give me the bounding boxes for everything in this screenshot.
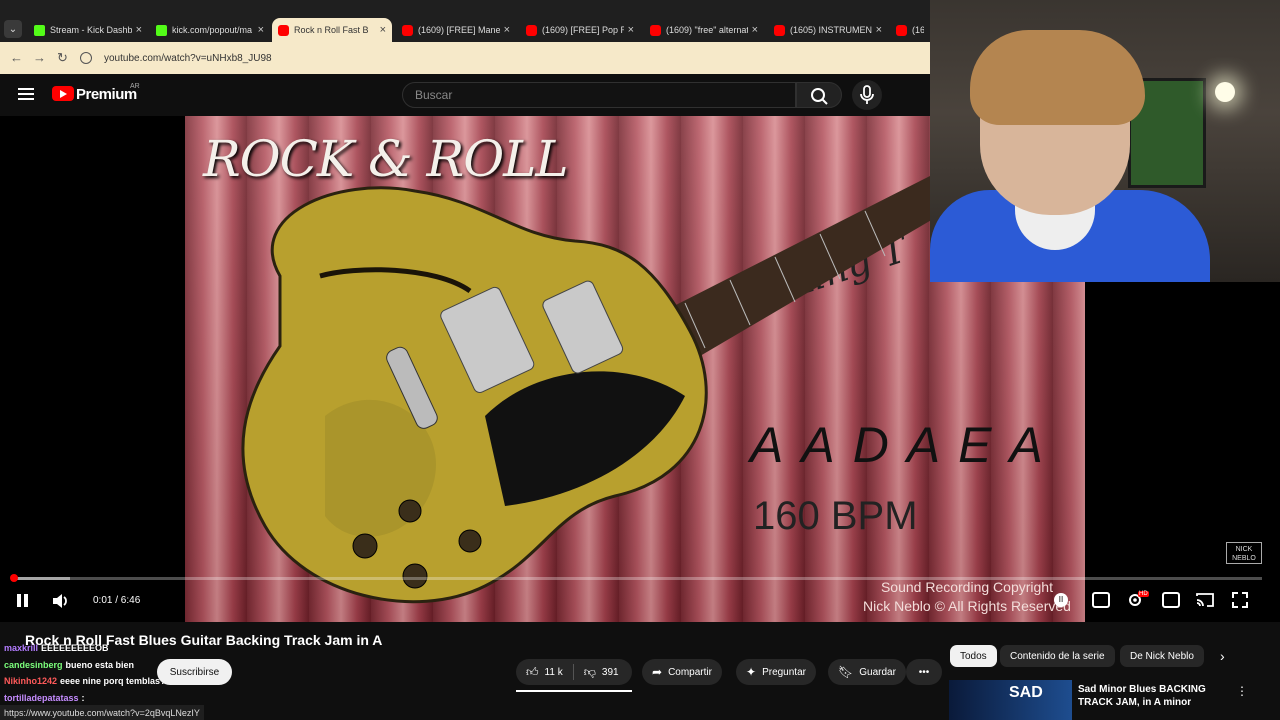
like-count[interactable]: 11 k [545, 667, 563, 678]
chat-message: maxkrill EEEEEEEEEOB [4, 643, 109, 653]
youtube-logo-icon[interactable] [52, 86, 74, 101]
browser-tab[interactable]: (1605) INSTRUMENT × [768, 18, 888, 42]
divider [572, 664, 574, 680]
close-icon[interactable]: × [258, 24, 264, 36]
close-icon[interactable]: × [136, 24, 142, 36]
close-icon[interactable]: × [752, 24, 758, 36]
microphone-icon [860, 85, 874, 104]
site-info-icon[interactable] [80, 52, 92, 64]
kick-icon [156, 24, 167, 36]
cast-icon[interactable] [1196, 592, 1214, 608]
reload-icon[interactable]: ↻ [57, 50, 68, 66]
buffered-bar [12, 577, 70, 580]
kebab-menu-icon[interactable]: ⋮ [1236, 684, 1248, 698]
youtube-icon [896, 24, 907, 36]
chat-message: candesinberg bueno esta bien [4, 660, 135, 670]
search-button[interactable] [796, 82, 842, 108]
browser-tab-active[interactable]: Rock n Roll Fast B × [272, 18, 392, 42]
close-icon[interactable]: × [380, 24, 386, 36]
save-button[interactable]: 🔖︎ Guardar [828, 659, 906, 685]
progress-bar[interactable] [12, 577, 1262, 580]
browser-tab[interactable]: (1609) [FREE] Pop Ro × [520, 18, 640, 42]
chip-series[interactable]: Contenido de la serie [1000, 645, 1115, 667]
youtube-icon [402, 24, 413, 36]
volume-icon[interactable] [52, 592, 70, 610]
dislike-icon[interactable]: 👎︎ [584, 665, 596, 680]
autoplay-toggle[interactable]: II [1054, 593, 1068, 607]
browser-tab[interactable]: (1609) [FREE] Manesk× [396, 18, 516, 42]
webcam-overlay [930, 0, 1280, 282]
share-button[interactable]: ➦ Compartir [642, 659, 722, 685]
more-actions-button[interactable]: ••• [906, 659, 942, 685]
url-field[interactable]: youtube.com/watch?v=uNHxb8_JU98 [80, 47, 920, 69]
like-icon[interactable]: 👍︎ [526, 665, 539, 680]
browser-tab[interactable]: Stream - Kick Dashbo × [28, 18, 148, 42]
recommended-title[interactable]: Sad Minor Blues BACKING TRACK JAM, in A … [1078, 683, 1228, 709]
chat-message: tortilladepatatass: [4, 693, 85, 703]
browser-tab-bar: ⌄ Stream - Kick Dashbo × kick.com/popout/… [0, 0, 930, 42]
youtube-icon [650, 24, 661, 36]
browser-tab[interactable]: (1609 [890, 18, 930, 42]
browser-tab[interactable]: (1609) "free" alternat × [644, 18, 764, 42]
youtube-header: Premium AR Buscar [0, 74, 930, 116]
kick-icon [34, 24, 45, 36]
close-icon[interactable]: × [628, 24, 634, 36]
voice-search-button[interactable] [852, 80, 882, 110]
share-icon: ➦ [652, 665, 663, 679]
subscribe-button[interactable]: Suscribirse [157, 659, 232, 685]
country-code: AR [130, 83, 140, 90]
chip-channel[interactable]: De Nick Neblo [1120, 645, 1204, 667]
webcam-person-hair [970, 30, 1145, 125]
search-icon [811, 88, 828, 105]
webcam-lamp [1215, 82, 1235, 102]
youtube-icon [774, 24, 785, 36]
pause-button[interactable] [17, 592, 29, 610]
chip-all[interactable]: Todos [950, 645, 997, 667]
like-dislike-group: 👍︎ 11 k 👎︎ 391 [516, 659, 632, 685]
theater-mode-icon[interactable] [1162, 592, 1180, 608]
tab-search-button[interactable]: ⌄ [4, 20, 22, 38]
back-icon[interactable]: ← [10, 50, 23, 65]
menu-icon[interactable] [18, 88, 34, 100]
fullscreen-icon[interactable] [1232, 592, 1248, 608]
sparkle-icon: ✦ [746, 665, 757, 679]
status-bar-url: https://www.youtube.com/watch?v=2qBvqLNe… [0, 705, 204, 720]
hd-badge: HD [1138, 591, 1149, 597]
subtitles-icon[interactable] [1092, 592, 1110, 608]
chevron-right-icon[interactable]: › [1220, 648, 1225, 664]
browser-tab[interactable]: kick.com/popout/ma × [150, 18, 270, 42]
dislike-count[interactable]: 391 [602, 667, 619, 678]
channel-watermark[interactable]: NICK NEBLO [1226, 542, 1262, 564]
youtube-icon [526, 24, 537, 36]
like-bar [516, 690, 632, 692]
time-display: 0:01 / 6:46 [93, 595, 141, 606]
close-icon[interactable]: × [504, 24, 510, 36]
scrubber-handle[interactable] [10, 574, 18, 582]
youtube-icon [278, 24, 289, 36]
close-icon[interactable]: × [876, 24, 882, 36]
recommended-thumbnail[interactable]: SAD [949, 680, 1072, 720]
youtube-brand[interactable]: Premium [76, 86, 137, 103]
bookmark-icon: 🔖︎ [838, 665, 854, 679]
forward-icon[interactable]: → [33, 50, 46, 65]
search-input[interactable]: Buscar [402, 82, 796, 108]
more-icon: ••• [918, 666, 930, 678]
address-bar: ← → ↻ youtube.com/watch?v=uNHxb8_JU98 [0, 42, 930, 74]
chat-message: Nikinho1242 eeee nine porq temblas? [4, 676, 166, 686]
ask-button[interactable]: ✦ Preguntar [736, 659, 816, 685]
